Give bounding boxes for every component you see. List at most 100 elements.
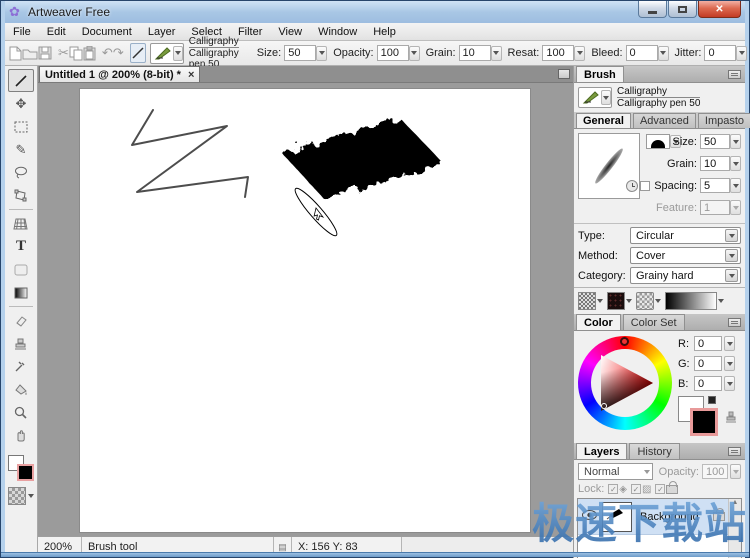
grain-dropdown[interactable] [491,46,502,61]
green-dropdown[interactable] [724,356,735,371]
tool-rect-select[interactable] [8,115,34,138]
maximize-button[interactable] [668,1,697,18]
close-button[interactable]: ✕ [698,1,741,18]
open-button[interactable] [22,43,38,63]
tool-eraser[interactable] [8,309,34,332]
foreground-color-swatch[interactable] [17,464,34,481]
saturation-triangle[interactable] [591,349,659,417]
blend-mode-select[interactable]: Normal [578,463,653,480]
type-label: Type: [578,230,630,242]
tool-brush[interactable] [8,69,34,92]
paste-button[interactable] [83,43,96,63]
tab-color-set[interactable]: Color Set [623,314,685,330]
jitter-input[interactable]: 0 [704,45,736,61]
green-input[interactable]: 0 [694,356,722,371]
menu-edit[interactable]: Edit [39,24,74,40]
panel-menu-icon[interactable] [728,70,741,79]
paper-texture-picker[interactable] [578,292,603,310]
grain-input[interactable]: 10 [459,45,491,61]
bp-size-input[interactable]: 50 [700,134,730,149]
document-tab[interactable]: Untitled 1 @ 200% (8-bit) * × [39,66,200,82]
spacing-checkbox[interactable] [640,181,650,191]
tab-bar-menu-icon[interactable] [558,69,570,79]
resat-dropdown[interactable] [574,46,585,61]
tab-color[interactable]: Color [576,314,621,330]
pattern-selector[interactable] [8,487,34,505]
tab-history[interactable]: History [629,443,679,459]
tool-text[interactable]: T [8,235,34,258]
menu-window[interactable]: Window [310,24,365,40]
menu-view[interactable]: View [270,24,310,40]
canvas-workspace[interactable] [38,83,573,536]
type-select[interactable]: Circular [630,227,741,244]
category-select[interactable]: Grainy hard [630,267,741,284]
cut-button[interactable]: ✂ [58,43,69,63]
tool-hand[interactable] [8,424,34,447]
panel-brush-preset-picker[interactable] [578,87,612,108]
foreground-color-swatch[interactable] [690,408,718,436]
copy-button[interactable] [69,43,83,63]
hue-marker[interactable] [620,337,629,346]
pattern-picker[interactable] [607,292,632,310]
menu-help[interactable]: Help [365,24,404,40]
opacity-dropdown[interactable] [409,46,420,61]
tab-impasto[interactable]: Impasto [698,113,750,128]
menu-file[interactable]: File [5,24,39,40]
blue-input[interactable]: 0 [694,376,722,391]
bp-grain-dropdown[interactable] [730,156,741,171]
blue-dropdown[interactable] [724,376,735,391]
gradient-picker[interactable] [665,292,724,310]
undo-button[interactable]: ↶ [102,43,113,63]
tool-eyedropper[interactable] [8,355,34,378]
bp-grain-input[interactable]: 10 [700,156,730,171]
method-select[interactable]: Cover [630,247,741,264]
tool-fill[interactable] [8,378,34,401]
save-button[interactable] [38,43,52,63]
bleed-input[interactable]: 0 [626,45,658,61]
red-dropdown[interactable] [724,336,735,351]
tool-pencil[interactable]: ✎ [8,138,34,161]
canvas-page[interactable] [79,88,531,533]
tab-advanced[interactable]: Advanced [633,113,696,128]
minimize-button[interactable] [638,1,667,18]
document-close-icon[interactable]: × [188,69,194,81]
scatter-picker[interactable] [636,292,661,310]
brush-preset-dropdown[interactable] [601,90,611,105]
stamp-icon[interactable] [724,410,738,424]
tool-gradient[interactable] [8,281,34,304]
panel-menu-icon[interactable] [728,318,741,327]
brush-tool-button[interactable] [130,43,146,63]
default-colors-icon[interactable] [708,396,716,404]
menu-document[interactable]: Document [74,24,140,40]
tool-zoom[interactable] [8,401,34,424]
tab-general[interactable]: General [576,113,631,128]
size-input[interactable]: 50 [284,45,316,61]
size-dropdown[interactable] [316,46,327,61]
tool-transform[interactable] [8,184,34,207]
tool-lasso[interactable] [8,161,34,184]
bleed-dropdown[interactable] [658,46,669,61]
toolbox-color-swatches[interactable] [8,455,34,481]
title-bar[interactable]: ✿ Artweaver Free ✕ [5,1,745,23]
tool-shape[interactable] [8,258,34,281]
tab-layers[interactable]: Layers [576,443,627,459]
color-wheel[interactable] [578,336,672,430]
panel-menu-icon[interactable] [728,447,741,456]
bp-spacing-input[interactable]: 5 [700,178,730,193]
new-document-button[interactable] [9,43,22,63]
brush-preset-dropdown[interactable] [173,46,183,61]
bp-spacing-dropdown[interactable] [730,178,741,193]
red-input[interactable]: 0 [694,336,722,351]
redo-button[interactable]: ↷ [113,43,124,63]
brush-panel-tab[interactable]: Brush [576,66,624,82]
brush-preset-picker[interactable] [150,43,184,64]
opacity-input[interactable]: 100 [377,45,409,61]
bp-size-dropdown[interactable] [730,134,741,149]
tool-mesh[interactable] [8,212,34,235]
tool-move[interactable]: ✥ [8,92,34,115]
resat-input[interactable]: 100 [542,45,574,61]
tool-stamp[interactable] [8,332,34,355]
menu-layer[interactable]: Layer [140,24,184,40]
jitter-dropdown[interactable] [736,46,747,61]
divider [574,223,745,224]
